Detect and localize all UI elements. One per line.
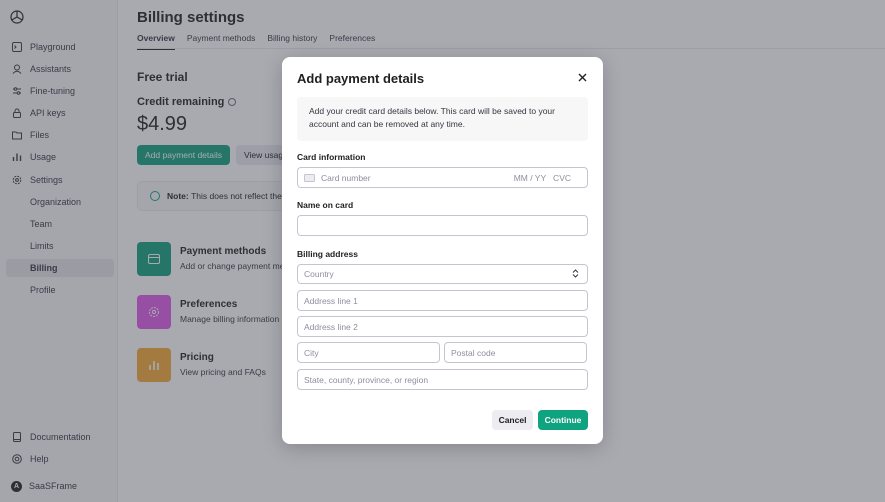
state-placeholder: State, county, province, or region (304, 374, 429, 385)
card-info-label: Card information (297, 152, 366, 162)
close-icon (578, 73, 586, 81)
close-button[interactable] (575, 70, 589, 84)
state-input[interactable]: State, county, province, or region (297, 369, 588, 390)
info-box: Add your credit card details below. This… (297, 97, 588, 141)
address-line-1-placeholder: Address line 1 (304, 295, 358, 306)
expiry-cvc-placeholder: MM / YY CVC (513, 172, 571, 183)
cancel-button[interactable]: Cancel (492, 410, 533, 430)
modal-title: Add payment details (297, 71, 425, 86)
card-number-placeholder: Card number (321, 172, 371, 183)
city-placeholder: City (304, 347, 319, 358)
postal-code-placeholder: Postal code (451, 347, 496, 358)
chevron-updown-icon (572, 268, 579, 280)
billing-address-label: Billing address (297, 249, 358, 259)
add-payment-modal: Add payment details Add your credit card… (282, 57, 603, 444)
postal-code-input[interactable]: Postal code (444, 342, 587, 363)
city-input[interactable]: City (297, 342, 440, 363)
country-placeholder: Country (304, 269, 334, 279)
continue-button[interactable]: Continue (538, 410, 588, 430)
address-line-2-input[interactable]: Address line 2 (297, 316, 588, 337)
name-on-card-input[interactable] (297, 215, 588, 236)
name-on-card-label: Name on card (297, 200, 354, 210)
address-line-1-input[interactable]: Address line 1 (297, 290, 588, 311)
credit-card-icon (304, 173, 315, 182)
card-number-input[interactable]: Card number MM / YY CVC (297, 167, 588, 188)
country-select[interactable]: Country (297, 264, 588, 284)
address-line-2-placeholder: Address line 2 (304, 321, 358, 332)
